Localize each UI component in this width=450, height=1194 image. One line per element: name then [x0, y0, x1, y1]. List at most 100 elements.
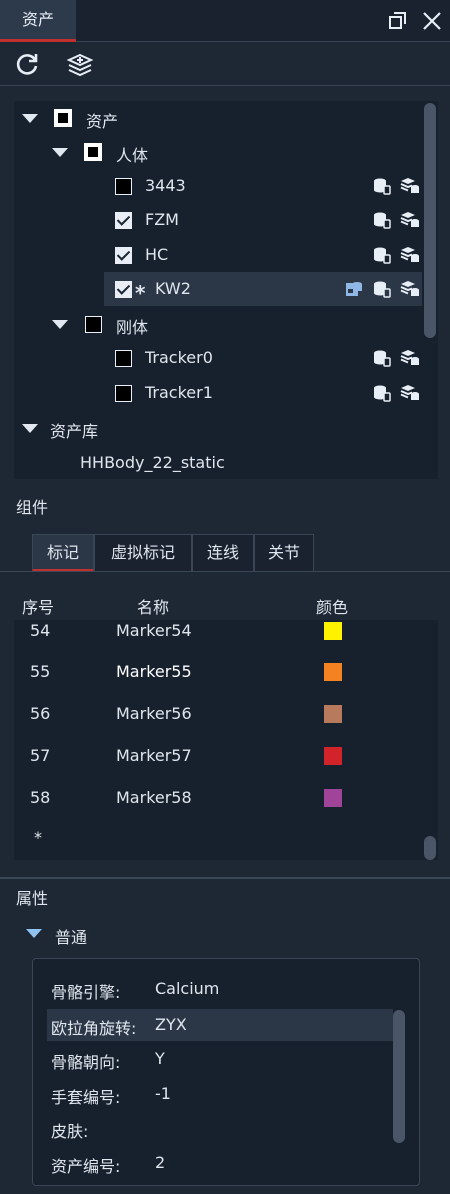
table-row[interactable]: 58 Marker58 [14, 778, 424, 820]
asset-export-icon[interactable] [400, 176, 420, 196]
property-row[interactable]: 骨骼朝向: Y [45, 1043, 393, 1075]
visibility-checkbox[interactable] [115, 178, 132, 195]
section-divider [0, 877, 450, 879]
tree-node-rigid[interactable]: 刚体 [14, 307, 422, 341]
tree-node-label: 人体 [116, 146, 149, 165]
tab-assets[interactable]: 资产 [0, 0, 76, 42]
color-swatch[interactable] [324, 622, 342, 640]
tree-item-label: 3443 [145, 176, 186, 195]
asset-save-icon[interactable] [344, 279, 364, 299]
table-row[interactable]: 57 Marker57 [14, 736, 424, 778]
tree-node-library[interactable]: 资产库 [14, 411, 422, 445]
tree-node-body[interactable]: 人体 [14, 135, 422, 169]
visibility-checkbox[interactable] [115, 281, 132, 298]
tree-node-assets[interactable]: 资产 [14, 101, 422, 135]
visibility-checkbox[interactable] [115, 247, 132, 264]
tree-item-label: Tracker1 [145, 383, 213, 402]
restore-window-icon[interactable] [386, 9, 410, 33]
tree-scrollbar[interactable] [424, 103, 436, 338]
property-key: 皮肤: [51, 1122, 89, 1141]
marker-index: 58 [30, 788, 51, 807]
asset-export-icon[interactable] [400, 210, 420, 230]
asset-export-icon[interactable] [400, 279, 420, 299]
library-item[interactable]: HHBody_22_static [14, 446, 422, 480]
asset-db-icon[interactable] [372, 279, 392, 299]
close-icon[interactable] [420, 9, 444, 33]
table-row[interactable]: 55 Marker55 [14, 652, 424, 694]
expand-caret-icon[interactable] [22, 114, 38, 123]
property-grid: 骨骼引擎: Calcium 欧拉角旋转: ZYX 骨骼朝向: Y 手套编号: -… [32, 958, 420, 1186]
tree-node-label: 资产 [86, 112, 119, 131]
table-row[interactable]: 54 Marker54 [14, 611, 424, 653]
property-key: 欧拉角旋转: [51, 1019, 137, 1038]
color-swatch[interactable] [324, 663, 342, 681]
property-row[interactable]: 资产编号: 2 [45, 1147, 393, 1179]
tristate-checkbox[interactable] [84, 143, 102, 161]
tree-item[interactable]: Tracker1 [14, 376, 422, 410]
refresh-icon[interactable] [14, 52, 40, 78]
visibility-checkbox[interactable] [115, 385, 132, 402]
marker-name: Marker56 [116, 704, 192, 723]
table-scrollbar[interactable] [424, 836, 436, 860]
tab-markers[interactable]: 标记 [32, 534, 94, 572]
new-row-marker: * [34, 828, 42, 847]
tree-item[interactable]: Tracker0 [14, 341, 422, 375]
property-key: 资产编号: [51, 1157, 121, 1176]
asset-db-icon[interactable] [372, 210, 392, 230]
tree-item[interactable]: 3443 [14, 169, 422, 203]
tristate-checkbox[interactable] [54, 109, 72, 127]
tree-item[interactable]: HC [14, 238, 422, 272]
property-row[interactable]: 骨骼引擎: Calcium [45, 973, 393, 1005]
toolbar [0, 43, 450, 86]
new-row[interactable]: * [14, 820, 424, 862]
property-key: 骨骼引擎: [51, 983, 121, 1002]
property-row-selected[interactable]: 欧拉角旋转: ZYX [47, 1009, 393, 1041]
property-group-label[interactable]: 普通 [55, 924, 87, 948]
expand-caret-icon[interactable] [52, 320, 68, 329]
asset-db-icon[interactable] [372, 176, 392, 196]
marker-name: Marker58 [116, 788, 192, 807]
asset-db-icon[interactable] [372, 245, 392, 265]
tab-virtual-markers[interactable]: 虚拟标记 [94, 534, 192, 572]
expand-caret-icon[interactable] [26, 929, 42, 938]
asset-export-icon[interactable] [400, 245, 420, 265]
marker-name: Marker57 [116, 746, 192, 765]
asset-export-icon[interactable] [400, 383, 420, 403]
property-row[interactable]: 皮肤: [45, 1112, 393, 1144]
visibility-checkbox[interactable] [115, 350, 132, 367]
property-value[interactable]: ZYX [155, 1015, 187, 1034]
property-value[interactable]: Y [155, 1049, 165, 1068]
color-swatch[interactable] [324, 747, 342, 765]
property-value[interactable]: 2 [155, 1153, 165, 1172]
marker-name: Marker55 [116, 662, 192, 681]
property-row[interactable]: 手套编号: -1 [45, 1078, 393, 1110]
tree-node-label: 刚体 [116, 318, 149, 337]
expand-caret-icon[interactable] [22, 424, 38, 433]
tree-item[interactable]: FZM [14, 203, 422, 237]
marker-index: 56 [30, 704, 51, 723]
asset-db-icon[interactable] [372, 383, 392, 403]
tab-joints[interactable]: 关节 [254, 534, 314, 572]
asset-db-icon[interactable] [372, 348, 392, 368]
visibility-checkbox[interactable] [115, 212, 132, 229]
add-layer-icon[interactable] [66, 52, 94, 78]
property-value[interactable]: Calcium [155, 979, 219, 998]
visibility-checkbox[interactable] [85, 316, 102, 333]
tab-links[interactable]: 连线 [192, 534, 254, 572]
asset-export-icon[interactable] [400, 348, 420, 368]
properties-scrollbar[interactable] [393, 1010, 405, 1143]
tree-node-label: 资产库 [50, 422, 99, 441]
marker-index: 55 [30, 662, 51, 681]
active-marker: * [135, 281, 146, 305]
tree-item-label: FZM [145, 210, 179, 229]
color-swatch[interactable] [324, 705, 342, 723]
color-swatch[interactable] [324, 789, 342, 807]
expand-caret-icon[interactable] [52, 148, 68, 157]
tree-item-selected[interactable]: * KW2 [104, 272, 422, 306]
property-value[interactable]: -1 [155, 1084, 171, 1103]
library-item-label: HHBody_22_static [80, 453, 225, 472]
table-row[interactable]: 56 Marker56 [14, 694, 424, 736]
marker-index: 57 [30, 746, 51, 765]
property-key: 手套编号: [51, 1088, 121, 1107]
marker-table: 54 Marker54 55 Marker55 56 Marker56 57 M… [14, 620, 438, 860]
